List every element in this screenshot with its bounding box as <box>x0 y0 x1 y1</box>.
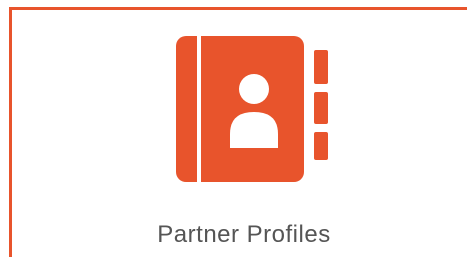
tile-label: Partner Profiles <box>157 221 331 248</box>
address-book-icon <box>174 34 334 186</box>
app-stage: Partner Profiles <box>0 0 467 257</box>
partner-profiles-tile[interactable]: Partner Profiles <box>9 7 467 257</box>
